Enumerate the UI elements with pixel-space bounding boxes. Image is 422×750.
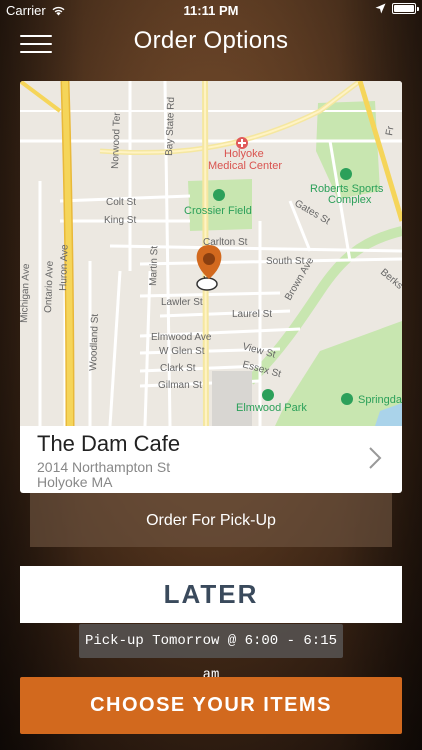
map-label-crossier-field: Crossier Field <box>184 205 252 217</box>
later-button[interactable]: LATER <box>20 566 402 623</box>
map-label-gilman-st: Gilman St <box>158 380 202 391</box>
map-label-hospital-1: Holyoke <box>224 148 264 160</box>
map-label-w-glen-st: W Glen St <box>159 346 205 357</box>
map-label-martin-st: Martin St <box>148 246 160 287</box>
order-type-button[interactable]: Order For Pick-Up <box>30 493 392 547</box>
map-label-south-st: South St <box>266 256 305 267</box>
map-label-elmwood-ave: Elmwood Ave <box>151 332 212 343</box>
map-label-woodland-st: Woodland St <box>88 313 101 371</box>
location-name: The Dam Cafe <box>37 431 181 456</box>
map-label-ontario-ave: Ontario Ave <box>43 260 56 313</box>
map-label-laurel-st: Laurel St <box>232 309 272 320</box>
chevron-right-icon <box>369 447 382 469</box>
location-address-line1: 2014 Northampton St <box>37 459 171 475</box>
map-pin-icon <box>196 245 222 291</box>
location-row[interactable]: The Dam Cafe 2014 Northampton St Holyoke… <box>20 426 402 493</box>
location-card: Bay State Rd Norwood Ter Colt St King St… <box>20 81 402 493</box>
location-map[interactable]: Bay State Rd Norwood Ter Colt St King St… <box>20 81 402 426</box>
battery-icon <box>392 3 419 14</box>
map-label-michigan-ave: Michigan Ave <box>20 263 32 323</box>
map-label-clark-st: Clark St <box>160 363 196 374</box>
page-title: Order Options <box>133 27 289 54</box>
map-label-huron-ave: Huron Ave <box>58 244 71 291</box>
map-label-norwood-ter: Norwood Ter <box>110 112 123 170</box>
map-label-king-st: King St <box>104 215 136 226</box>
choose-items-button[interactable]: CHOOSE YOUR ITEMS <box>20 677 402 734</box>
location-address-line2: Holyoke MA <box>37 474 113 490</box>
map-label-lawler-st: Lawler St <box>161 297 203 308</box>
map-label-bay-state-rd: Bay State Rd <box>164 97 177 156</box>
nav-bar: Order Options <box>0 22 422 66</box>
map-label-hospital-2: Medical Center <box>208 160 282 172</box>
map-label-elmwood-park: Elmwood Park <box>236 402 307 414</box>
map-label-roberts-2: Complex <box>328 194 372 206</box>
status-time: 11:11 PM <box>183 3 239 18</box>
status-right <box>375 3 419 14</box>
pickup-time-badge[interactable]: Pick-up Tomorrow @ 6:00 - 6:15 am <box>79 624 343 683</box>
map-label-springdale: Springda <box>358 394 402 406</box>
status-bar: Carrier 11:11 PM <box>0 0 422 22</box>
location-arrow-icon <box>375 3 386 14</box>
map-label-colt-st: Colt St <box>106 197 136 208</box>
